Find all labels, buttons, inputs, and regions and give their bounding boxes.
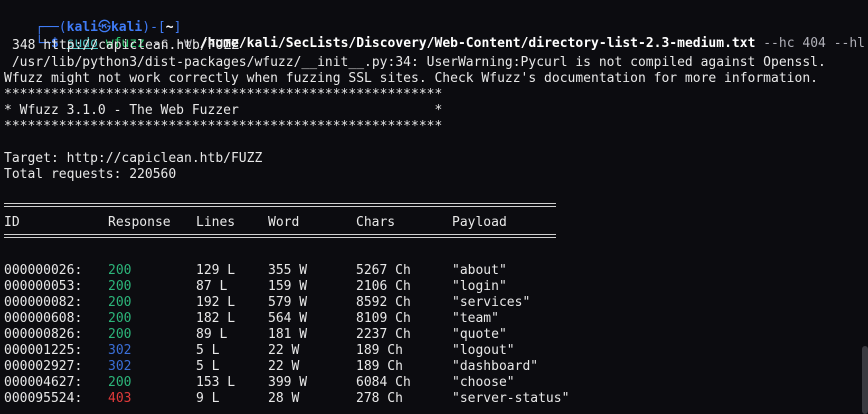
command-continuation: 348 http://capiclean.htb/FUZZ: [12, 38, 239, 53]
header-word: Word: [268, 215, 300, 230]
row-chars: 189 Ch: [356, 359, 403, 374]
table-rule-bottom: [4, 234, 556, 238]
row-payload: "login": [452, 279, 507, 294]
row-payload: "team": [452, 311, 499, 326]
row-id: 000000608:: [4, 311, 83, 326]
row-payload: "quote": [452, 327, 507, 342]
cmd-flag-hl: --hl: [833, 36, 865, 51]
terminal-scrollbar[interactable]: [862, 346, 868, 414]
total-requests: Total requests: 220560: [4, 167, 177, 182]
row-id: 000000053:: [4, 279, 83, 294]
row-chars: 8109 Ch: [356, 311, 411, 326]
header-chars: Chars: [356, 215, 396, 230]
header-lines: Lines: [196, 215, 236, 230]
row-word: 28 W: [268, 391, 300, 406]
row-response: 302: [108, 359, 132, 374]
row-chars: 278 Ch: [356, 391, 403, 406]
row-lines: 89 L: [196, 327, 228, 342]
row-chars: 2106 Ch: [356, 279, 411, 294]
row-payload: "services": [452, 295, 531, 310]
table-rule-top: [4, 203, 556, 207]
header-payload: Payload: [452, 215, 507, 230]
table-row: 000000608: 200 182 L 564 W 8109 Ch "team…: [4, 311, 499, 327]
row-id: 000000826:: [4, 327, 83, 342]
row-chars: 5267 Ch: [356, 263, 411, 278]
row-response: 200: [108, 375, 132, 390]
table-row: 000000053: 200 87 L 159 W 2106 Ch "login…: [4, 279, 507, 295]
row-lines: 153 L: [196, 375, 236, 390]
row-id: 000002927:: [4, 359, 83, 374]
target-line: Target: http://capiclean.htb/FUZZ: [4, 151, 263, 166]
header-response: Response: [108, 215, 171, 230]
row-response: 403: [108, 391, 132, 406]
row-lines: 9 L: [196, 391, 220, 406]
row-id: 000095524:: [4, 391, 83, 406]
row-id: 000000026:: [4, 263, 83, 278]
row-word: 355 W: [268, 263, 308, 278]
row-word: 22 W: [268, 359, 300, 374]
row-word: 579 W: [268, 295, 308, 310]
table-header: ID Response Lines Word Chars Payload: [4, 215, 507, 231]
row-payload: "about": [452, 263, 507, 278]
row-response: 200: [108, 263, 132, 278]
row-chars: 2237 Ch: [356, 327, 411, 342]
row-chars: 189 Ch: [356, 343, 403, 358]
table-row: 000004627: 200 153 L 399 W 6084 Ch "choo…: [4, 375, 515, 391]
prompt-line: ┌──(kali㉿kali)-[~]: [35, 20, 182, 35]
row-lines: 182 L: [196, 311, 236, 326]
row-id: 000000082:: [4, 295, 83, 310]
row-word: 181 W: [268, 327, 308, 342]
row-word: 159 W: [268, 279, 308, 294]
row-chars: 6084 Ch: [356, 375, 411, 390]
warning-line-2: Wfuzz might not work correctly when fuzz…: [4, 71, 818, 86]
row-lines: 129 L: [196, 263, 236, 278]
table-row: 000000026: 200 129 L 355 W 5267 Ch "abou…: [4, 263, 507, 279]
table-row: 000095524: 403 9 L 28 W 278 Ch "server-s…: [4, 391, 569, 407]
row-id: 000004627:: [4, 375, 83, 390]
row-id: 000001225:: [4, 343, 83, 358]
row-lines: 5 L: [196, 359, 220, 374]
terminal-window[interactable]: ┌──(kali㉿kali)-[~] └─$ sudo wfuzz -c -w …: [0, 0, 868, 414]
row-word: 22 W: [268, 343, 300, 358]
row-word: 564 W: [268, 311, 308, 326]
row-response: 200: [108, 327, 132, 342]
header-id: ID: [4, 215, 20, 230]
row-payload: "server-status": [452, 391, 570, 406]
row-word: 399 W: [268, 375, 308, 390]
banner-stars-top: ****************************************…: [4, 87, 443, 102]
row-chars: 8592 Ch: [356, 295, 411, 310]
row-payload: "dashboard": [452, 359, 539, 374]
row-response: 200: [108, 279, 132, 294]
warning-line-1: /usr/lib/python3/dist-packages/wfuzz/__i…: [4, 55, 826, 70]
row-payload: "choose": [452, 375, 515, 390]
row-response: 200: [108, 295, 132, 310]
banner-title: * Wfuzz 3.1.0 - The Web Fuzzer *: [4, 103, 443, 118]
table-row: 000002927: 302 5 L 22 W 189 Ch "dashboar…: [4, 359, 538, 375]
row-lines: 192 L: [196, 295, 236, 310]
banner-stars-bottom: ****************************************…: [4, 119, 443, 134]
table-row: 000000082: 200 192 L 579 W 8592 Ch "serv…: [4, 295, 530, 311]
cmd-flag-hc: --hc 404: [763, 36, 826, 51]
row-lines: 87 L: [196, 279, 228, 294]
row-response: 200: [108, 311, 132, 326]
table-row: 000000826: 200 89 L 181 W 2237 Ch "quote…: [4, 327, 507, 343]
command-line[interactable]: └─$ sudo wfuzz -c -w /home/kali/SecLists…: [4, 20, 865, 51]
row-lines: 5 L: [196, 343, 220, 358]
table-row: 000001225: 302 5 L 22 W 189 Ch "logout": [4, 343, 515, 359]
row-response: 302: [108, 343, 132, 358]
cmd-wordlist: /home/kali/SecLists/Discovery/Web-Conten…: [199, 36, 756, 51]
row-payload: "logout": [452, 343, 515, 358]
